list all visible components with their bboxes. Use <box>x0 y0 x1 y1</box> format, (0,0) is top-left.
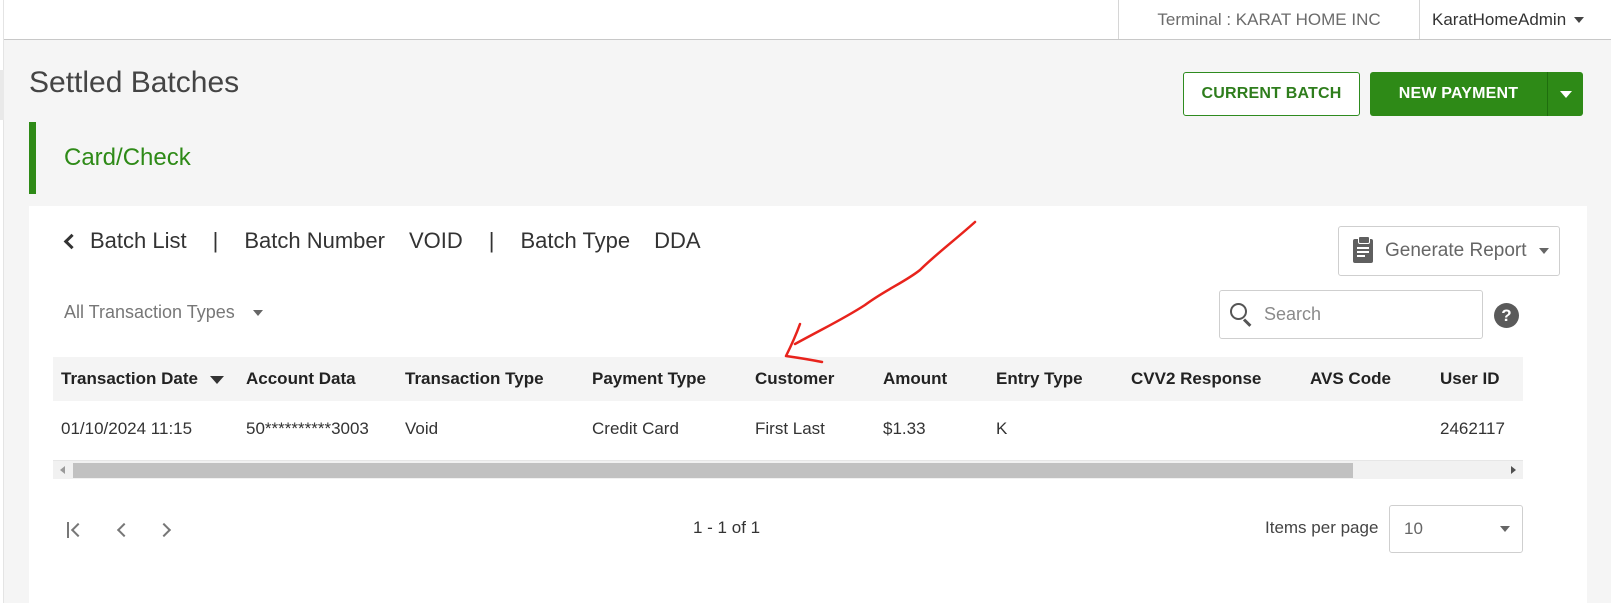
section-header: Card/Check <box>29 122 1587 194</box>
previous-page-icon[interactable] <box>113 520 133 540</box>
new-payment-button[interactable]: NEW PAYMENT <box>1370 72 1547 116</box>
cell-customer: First Last <box>755 419 825 438</box>
column-header-account-data[interactable]: Account Data <box>246 369 356 389</box>
transaction-type-filter[interactable]: All Transaction Types <box>64 302 263 323</box>
column-header-entry-type[interactable]: Entry Type <box>996 369 1083 389</box>
chevron-down-icon <box>1500 526 1510 532</box>
cell-payment-type: Credit Card <box>592 419 679 438</box>
cell-entry-type: K <box>996 419 1008 438</box>
scroll-left-icon[interactable] <box>60 466 65 474</box>
pagination-info: 1 - 1 of 1 <box>693 518 761 537</box>
user-menu[interactable]: KaratHomeAdmin <box>1432 0 1585 39</box>
current-batch-button[interactable]: CURRENT BATCH <box>1183 72 1360 116</box>
search-input[interactable] <box>1264 304 1464 325</box>
chevron-down-icon <box>1559 90 1572 98</box>
items-per-page-label: Items per page <box>1265 518 1379 537</box>
column-header-customer[interactable]: Customer <box>755 369 834 389</box>
scrollbar-thumb[interactable] <box>73 463 1353 478</box>
column-header-amount[interactable]: Amount <box>883 369 947 389</box>
chevron-down-icon <box>1539 248 1549 254</box>
column-header-cvv2-response[interactable]: CVV2 Response <box>1131 369 1261 389</box>
breadcrumb-separator: | <box>212 228 219 253</box>
user-name: KaratHomeAdmin <box>1432 9 1567 29</box>
cell-transaction-date: 01/10/2024 11:15 <box>61 419 193 438</box>
help-icon[interactable]: ? <box>1494 303 1519 328</box>
table-header-row: Transaction Date Account Data Transactio… <box>53 357 1523 401</box>
transactions-table: Transaction Date Account Data Transactio… <box>53 357 1523 457</box>
batch-card: Batch List | Batch Number VOID | Batch T… <box>29 206 1587 603</box>
first-page-icon[interactable] <box>65 520 86 540</box>
items-per-page-select[interactable]: 10 <box>1389 505 1523 553</box>
search-icon <box>1230 302 1254 327</box>
chevron-down-icon <box>1574 16 1585 23</box>
chevron-left-icon[interactable] <box>63 233 80 249</box>
new-payment-dropdown-toggle[interactable] <box>1547 72 1583 116</box>
generate-report-label: Generate Report <box>1385 240 1527 261</box>
table-row[interactable]: 01/10/2024 11:15 50**********3003 Void C… <box>53 401 1523 457</box>
scroll-right-icon[interactable] <box>1511 466 1516 474</box>
sort-desc-icon <box>210 375 224 384</box>
section-title: Card/Check <box>64 144 191 171</box>
column-header-payment-type[interactable]: Payment Type <box>592 369 706 389</box>
batch-list-link[interactable]: Batch List <box>90 228 187 254</box>
column-header-transaction-type[interactable]: Transaction Type <box>405 369 544 389</box>
column-header-user-id[interactable]: User ID <box>1440 369 1500 389</box>
cell-transaction-type: Void <box>405 419 439 438</box>
pagination: 1 - 1 of 1 Items per page 10 <box>53 505 1523 555</box>
column-header-transaction-date[interactable]: Transaction Date <box>61 369 224 389</box>
top-bar: Terminal : KARAT HOME INC KaratHomeAdmin <box>4 0 1611 40</box>
new-payment-button-group: NEW PAYMENT <box>1370 72 1583 116</box>
search-box <box>1219 290 1483 339</box>
batch-number-label: Batch Number <box>244 228 385 253</box>
terminal-label: Terminal : KARAT HOME INC <box>1118 0 1420 39</box>
cell-amount: $1.33 <box>883 419 926 438</box>
batch-type-label: Batch Type <box>520 228 631 253</box>
batch-type-value: DDA <box>654 228 701 253</box>
cell-user-id: 2462117 <box>1440 419 1505 438</box>
batch-number-value: VOID <box>408 228 463 253</box>
column-header-avs-code[interactable]: AVS Code <box>1310 369 1391 389</box>
cell-account-data: 50**********3003 <box>246 419 369 438</box>
horizontal-scrollbar[interactable] <box>53 460 1523 479</box>
breadcrumb: Batch List | Batch Number VOID | Batch T… <box>62 228 701 254</box>
main-content: Settled Batches CURRENT BATCH NEW PAYMEN… <box>4 40 1611 603</box>
items-per-page-value: 10 <box>1404 519 1423 538</box>
next-page-icon[interactable] <box>156 520 177 540</box>
generate-report-button[interactable]: Generate Report <box>1338 226 1560 276</box>
breadcrumb-separator: | <box>488 228 495 253</box>
transaction-type-filter-value: All Transaction Types <box>64 302 235 322</box>
page-title: Settled Batches <box>29 66 240 99</box>
clipboard-icon <box>1353 236 1373 263</box>
chevron-down-icon <box>252 309 263 316</box>
